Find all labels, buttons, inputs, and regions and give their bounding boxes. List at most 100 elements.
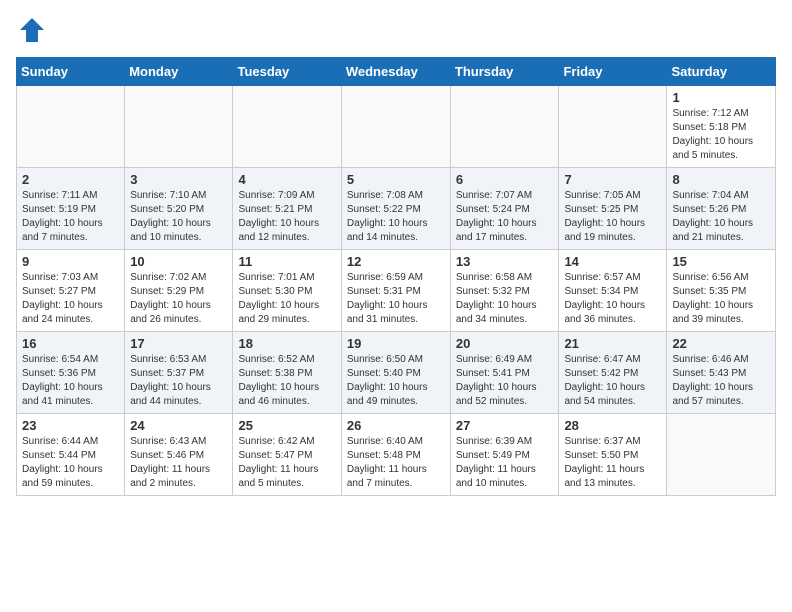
page-header: [16, 16, 776, 49]
weekday-header-tuesday: Tuesday: [233, 58, 341, 86]
day-info: Sunrise: 6:43 AM Sunset: 5:46 PM Dayligh…: [130, 435, 227, 491]
day-number: 24: [130, 418, 227, 433]
day-info: Sunrise: 6:42 AM Sunset: 5:47 PM Dayligh…: [238, 435, 335, 491]
calendar-week-row: 23 Sunrise: 6:44 AM Sunset: 5:44 PM Dayli…: [17, 414, 776, 496]
calendar-day-cell: 11 Sunrise: 7:01 AM Sunset: 5:30 PM Dayli…: [233, 250, 341, 332]
day-info: Sunrise: 6:49 AM Sunset: 5:41 PM Dayligh…: [456, 353, 554, 409]
calendar-week-row: 9 Sunrise: 7:03 AM Sunset: 5:27 PM Daylig…: [17, 250, 776, 332]
day-info: Sunrise: 7:02 AM Sunset: 5:29 PM Dayligh…: [130, 271, 227, 327]
day-number: 25: [238, 418, 335, 433]
day-number: 19: [347, 336, 445, 351]
calendar-day-cell: 6 Sunrise: 7:07 AM Sunset: 5:24 PM Daylig…: [450, 168, 559, 250]
calendar-day-cell: 5 Sunrise: 7:08 AM Sunset: 5:22 PM Daylig…: [341, 168, 450, 250]
day-info: Sunrise: 7:07 AM Sunset: 5:24 PM Dayligh…: [456, 189, 554, 245]
calendar-day-cell: [341, 86, 450, 168]
calendar-week-row: 1 Sunrise: 7:12 AM Sunset: 5:18 PM Daylig…: [17, 86, 776, 168]
day-number: 6: [456, 172, 554, 187]
calendar-day-cell: 10 Sunrise: 7:02 AM Sunset: 5:29 PM Dayli…: [125, 250, 233, 332]
calendar-day-cell: 1 Sunrise: 7:12 AM Sunset: 5:18 PM Daylig…: [667, 86, 776, 168]
calendar-day-cell: 17 Sunrise: 6:53 AM Sunset: 5:37 PM Dayli…: [125, 332, 233, 414]
day-info: Sunrise: 7:05 AM Sunset: 5:25 PM Dayligh…: [564, 189, 661, 245]
calendar-table: SundayMondayTuesdayWednesdayThursdayFrid…: [16, 57, 776, 496]
day-info: Sunrise: 6:59 AM Sunset: 5:31 PM Dayligh…: [347, 271, 445, 327]
calendar-day-cell: 21 Sunrise: 6:47 AM Sunset: 5:42 PM Dayli…: [559, 332, 667, 414]
weekday-header-thursday: Thursday: [450, 58, 559, 86]
calendar-day-cell: 23 Sunrise: 6:44 AM Sunset: 5:44 PM Dayli…: [17, 414, 125, 496]
day-info: Sunrise: 6:37 AM Sunset: 5:50 PM Dayligh…: [564, 435, 661, 491]
day-info: Sunrise: 7:03 AM Sunset: 5:27 PM Dayligh…: [22, 271, 119, 327]
day-info: Sunrise: 6:39 AM Sunset: 5:49 PM Dayligh…: [456, 435, 554, 491]
day-number: 4: [238, 172, 335, 187]
day-info: Sunrise: 6:47 AM Sunset: 5:42 PM Dayligh…: [564, 353, 661, 409]
calendar-day-cell: 13Sunrise: 6:58 AM Sunset: 5:32 PM Dayli…: [450, 250, 559, 332]
day-number: 17: [130, 336, 227, 351]
day-info: Sunrise: 7:08 AM Sunset: 5:22 PM Dayligh…: [347, 189, 445, 245]
calendar-day-cell: 12 Sunrise: 6:59 AM Sunset: 5:31 PM Dayli…: [341, 250, 450, 332]
day-info: Sunrise: 6:50 AM Sunset: 5:40 PM Dayligh…: [347, 353, 445, 409]
day-info: Sunrise: 6:40 AM Sunset: 5:48 PM Dayligh…: [347, 435, 445, 491]
day-info: Sunrise: 6:46 AM Sunset: 5:43 PM Dayligh…: [672, 353, 770, 409]
calendar-day-cell: [667, 414, 776, 496]
day-number: 15: [672, 254, 770, 269]
day-number: 2: [22, 172, 119, 187]
calendar-day-cell: 19 Sunrise: 6:50 AM Sunset: 5:40 PM Dayli…: [341, 332, 450, 414]
weekday-header-friday: Friday: [559, 58, 667, 86]
day-number: 3: [130, 172, 227, 187]
day-number: 1: [672, 90, 770, 105]
calendar-day-cell: 25 Sunrise: 6:42 AM Sunset: 5:47 PM Dayli…: [233, 414, 341, 496]
day-info: Sunrise: 7:10 AM Sunset: 5:20 PM Dayligh…: [130, 189, 227, 245]
calendar-day-cell: 7 Sunrise: 7:05 AM Sunset: 5:25 PM Daylig…: [559, 168, 667, 250]
calendar-day-cell: 14 Sunrise: 6:57 AM Sunset: 5:34 PM Dayli…: [559, 250, 667, 332]
calendar-day-cell: 8Sunrise: 7:04 AM Sunset: 5:26 PM Daylig…: [667, 168, 776, 250]
day-number: 5: [347, 172, 445, 187]
day-info: Sunrise: 6:57 AM Sunset: 5:34 PM Dayligh…: [564, 271, 661, 327]
calendar-day-cell: 2 Sunrise: 7:11 AM Sunset: 5:19 PM Daylig…: [17, 168, 125, 250]
day-info: Sunrise: 7:01 AM Sunset: 5:30 PM Dayligh…: [238, 271, 335, 327]
calendar-day-cell: 18Sunrise: 6:52 AM Sunset: 5:38 PM Dayli…: [233, 332, 341, 414]
calendar-day-cell: 20 Sunrise: 6:49 AM Sunset: 5:41 PM Dayli…: [450, 332, 559, 414]
calendar-day-cell: 15 Sunrise: 6:56 AM Sunset: 5:35 PM Dayli…: [667, 250, 776, 332]
weekday-header-monday: Monday: [125, 58, 233, 86]
day-number: 28: [564, 418, 661, 433]
day-info: Sunrise: 7:12 AM Sunset: 5:18 PM Dayligh…: [672, 107, 770, 163]
day-number: 21: [564, 336, 661, 351]
calendar-day-cell: [233, 86, 341, 168]
calendar-header-row: SundayMondayTuesdayWednesdayThursdayFrid…: [17, 58, 776, 86]
day-number: 22: [672, 336, 770, 351]
day-number: 13: [456, 254, 554, 269]
day-number: 10: [130, 254, 227, 269]
day-number: 27: [456, 418, 554, 433]
logo: [16, 16, 46, 49]
calendar-day-cell: 4Sunrise: 7:09 AM Sunset: 5:21 PM Daylig…: [233, 168, 341, 250]
day-number: 20: [456, 336, 554, 351]
calendar-day-cell: 16Sunrise: 6:54 AM Sunset: 5:36 PM Dayli…: [17, 332, 125, 414]
calendar-day-cell: 27 Sunrise: 6:39 AM Sunset: 5:49 PM Dayli…: [450, 414, 559, 496]
calendar-day-cell: 22 Sunrise: 6:46 AM Sunset: 5:43 PM Dayli…: [667, 332, 776, 414]
day-info: Sunrise: 6:54 AM Sunset: 5:36 PM Dayligh…: [22, 353, 119, 409]
day-info: Sunrise: 6:56 AM Sunset: 5:35 PM Dayligh…: [672, 271, 770, 327]
weekday-header-wednesday: Wednesday: [341, 58, 450, 86]
day-info: Sunrise: 6:44 AM Sunset: 5:44 PM Dayligh…: [22, 435, 119, 491]
day-number: 7: [564, 172, 661, 187]
logo-icon: [18, 16, 46, 44]
day-number: 18: [238, 336, 335, 351]
calendar-day-cell: 26 Sunrise: 6:40 AM Sunset: 5:48 PM Dayli…: [341, 414, 450, 496]
day-number: 8: [672, 172, 770, 187]
day-info: Sunrise: 6:53 AM Sunset: 5:37 PM Dayligh…: [130, 353, 227, 409]
calendar-week-row: 16Sunrise: 6:54 AM Sunset: 5:36 PM Dayli…: [17, 332, 776, 414]
calendar-day-cell: 24 Sunrise: 6:43 AM Sunset: 5:46 PM Dayli…: [125, 414, 233, 496]
day-info: Sunrise: 7:11 AM Sunset: 5:19 PM Dayligh…: [22, 189, 119, 245]
calendar-day-cell: 9 Sunrise: 7:03 AM Sunset: 5:27 PM Daylig…: [17, 250, 125, 332]
day-number: 14: [564, 254, 661, 269]
weekday-header-sunday: Sunday: [17, 58, 125, 86]
calendar-day-cell: [17, 86, 125, 168]
day-number: 9: [22, 254, 119, 269]
day-number: 26: [347, 418, 445, 433]
day-number: 11: [238, 254, 335, 269]
day-number: 12: [347, 254, 445, 269]
day-number: 23: [22, 418, 119, 433]
calendar-day-cell: 28 Sunrise: 6:37 AM Sunset: 5:50 PM Dayli…: [559, 414, 667, 496]
calendar-day-cell: [125, 86, 233, 168]
calendar-week-row: 2 Sunrise: 7:11 AM Sunset: 5:19 PM Daylig…: [17, 168, 776, 250]
logo-text: [16, 16, 46, 49]
